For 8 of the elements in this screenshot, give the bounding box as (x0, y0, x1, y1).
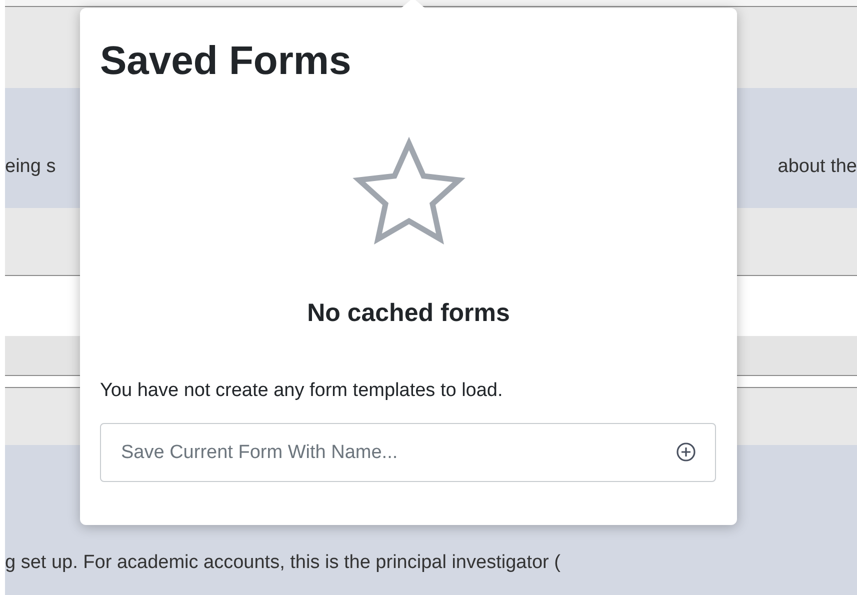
empty-state-message: You have not create any form templates to load. (100, 378, 504, 402)
empty-state-title: No cached forms (306, 298, 511, 329)
popover-title: Saved Forms (100, 38, 352, 85)
page-text: eing s (5, 154, 56, 179)
page-paragraph: g set up. For academic accounts, this is the principal investigator ( (5, 551, 562, 575)
form-name-field[interactable]: Save Current Form With Name... (100, 423, 716, 482)
page-text: about the (778, 154, 857, 179)
plus-circle-icon[interactable] (676, 442, 696, 462)
